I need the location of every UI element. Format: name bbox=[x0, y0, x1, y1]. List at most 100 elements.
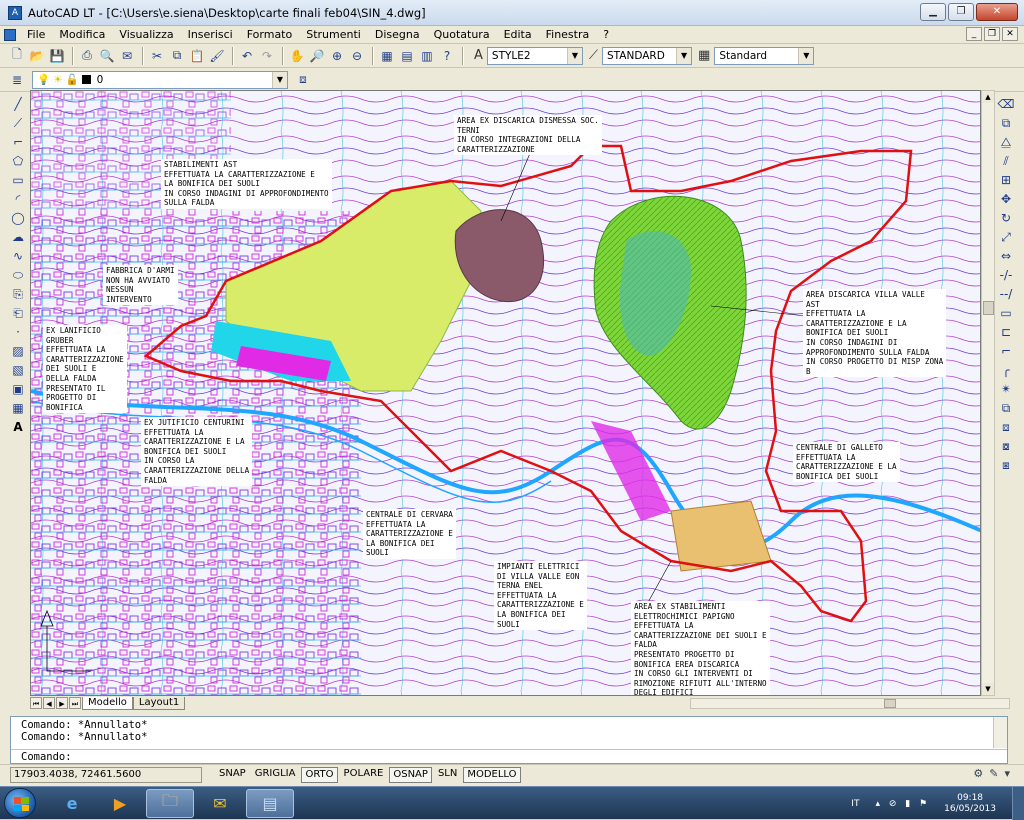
move-icon[interactable]: ✥ bbox=[997, 191, 1015, 208]
minimize-button[interactable]: ▁ bbox=[920, 3, 946, 21]
scroll-down-icon[interactable]: ▼ bbox=[982, 683, 994, 695]
menu-inserisci[interactable]: Inserisci bbox=[181, 28, 240, 41]
grid-toggle[interactable]: GRIGLIA bbox=[252, 767, 299, 783]
scroll-thumb[interactable] bbox=[884, 699, 896, 708]
chevron-down-icon[interactable]: ▼ bbox=[798, 47, 814, 64]
join-icon[interactable]: ⊏ bbox=[997, 324, 1015, 341]
multiline-text-icon[interactable]: A bbox=[9, 419, 27, 436]
outlook-icon[interactable]: ✉ bbox=[196, 789, 244, 818]
next-tab-icon[interactable]: ▶ bbox=[56, 697, 68, 709]
offset-icon[interactable]: ⫽ bbox=[997, 153, 1015, 170]
model-toggle[interactable]: MODELLO bbox=[463, 766, 521, 783]
trim-icon[interactable]: -/- bbox=[997, 267, 1015, 284]
chevron-down-icon[interactable]: ▾ bbox=[1004, 767, 1010, 780]
start-button[interactable] bbox=[4, 788, 36, 818]
lock-icon[interactable]: 🔓 bbox=[66, 73, 79, 86]
open-file-icon[interactable]: 📂 bbox=[28, 47, 46, 65]
polyline-icon[interactable]: ⌐ bbox=[9, 134, 27, 151]
help-icon[interactable]: ? bbox=[438, 47, 456, 65]
zoom-realtime-icon[interactable]: 🔎 bbox=[308, 47, 326, 65]
chamfer-icon[interactable]: ⌐ bbox=[997, 343, 1015, 360]
stretch-icon[interactable]: ⇔ bbox=[997, 248, 1015, 265]
make-block-icon[interactable]: ⎗ bbox=[9, 305, 27, 322]
hatch-icon[interactable]: ▨ bbox=[9, 343, 27, 360]
spline-icon[interactable]: ∿ bbox=[9, 248, 27, 265]
gradient-icon[interactable]: ▧ bbox=[9, 362, 27, 379]
print-preview-icon[interactable]: 🔍 bbox=[98, 47, 116, 65]
chevron-down-icon[interactable]: ▼ bbox=[272, 71, 287, 88]
tool-palettes-icon[interactable]: ▥ bbox=[418, 47, 436, 65]
copy-icon[interactable]: ⧉ bbox=[168, 47, 186, 65]
circle-icon[interactable]: ◯ bbox=[9, 210, 27, 227]
horizontal-scrollbar[interactable] bbox=[690, 698, 1010, 709]
undo-icon[interactable]: ↶ bbox=[238, 47, 256, 65]
annotation-icon[interactable]: ✎ bbox=[989, 767, 998, 780]
draworder-icon[interactable]: ⧉ bbox=[997, 400, 1015, 417]
bring-above-icon[interactable]: ⧆ bbox=[997, 457, 1015, 474]
zoom-window-icon[interactable]: ⊕ bbox=[328, 47, 346, 65]
media-player-icon[interactable]: ▶ bbox=[96, 789, 144, 818]
design-center-icon[interactable]: ▤ bbox=[398, 47, 416, 65]
line-icon[interactable]: ╱ bbox=[9, 96, 27, 113]
break-icon[interactable]: ▭ bbox=[997, 305, 1015, 322]
explode-icon[interactable]: ✴ bbox=[997, 381, 1015, 398]
chevron-down-icon[interactable]: ▼ bbox=[676, 47, 692, 64]
publish-icon[interactable]: ✉ bbox=[118, 47, 136, 65]
prev-tab-icon[interactable]: ◀ bbox=[43, 697, 55, 709]
language-indicator[interactable]: IT bbox=[851, 799, 859, 809]
scroll-thumb[interactable] bbox=[983, 301, 994, 315]
scale-icon[interactable]: ⤢ bbox=[997, 229, 1015, 246]
rectangle-icon[interactable]: ▭ bbox=[9, 172, 27, 189]
menu-disegna[interactable]: Disegna bbox=[368, 28, 427, 41]
text-style-dropdown[interactable]: STYLE2 ▼ bbox=[486, 46, 583, 65]
fillet-icon[interactable]: ╭ bbox=[997, 362, 1015, 379]
restore-button[interactable]: ❐ bbox=[948, 3, 974, 21]
send-back-icon[interactable]: ⧇ bbox=[997, 438, 1015, 455]
clock[interactable]: 09:18 16/05/2013 bbox=[944, 793, 996, 815]
make-current-layer-icon[interactable]: ⧈ bbox=[294, 71, 312, 89]
construction-line-icon[interactable]: ⟋ bbox=[9, 115, 27, 132]
doc-minimize-button[interactable]: _ bbox=[966, 27, 982, 41]
layer-dropdown[interactable]: 💡 ☀ 🔓 0 ▼ bbox=[32, 70, 288, 89]
menu-help[interactable]: ? bbox=[596, 28, 616, 41]
coordinates-readout[interactable]: 17903.4038, 72461.5600 bbox=[10, 766, 202, 783]
autocad-taskbar-icon[interactable]: ▤ bbox=[246, 789, 294, 818]
command-input[interactable]: Comando: bbox=[11, 749, 1007, 763]
new-file-icon[interactable]: 🗋 bbox=[8, 47, 26, 65]
lineweight-toggle[interactable]: SLN bbox=[435, 767, 460, 783]
table-icon[interactable]: ▦ bbox=[9, 400, 27, 417]
first-tab-icon[interactable]: ⏮ bbox=[30, 697, 42, 709]
match-properties-icon[interactable]: 🖌 bbox=[208, 47, 226, 65]
last-tab-icon[interactable]: ⏭ bbox=[69, 697, 81, 709]
region-icon[interactable]: ▣ bbox=[9, 381, 27, 398]
erase-icon[interactable]: ⌫ bbox=[997, 96, 1015, 113]
print-icon[interactable]: ⎙ bbox=[78, 47, 96, 65]
sun-icon[interactable]: ☀ bbox=[53, 74, 62, 86]
paste-icon[interactable]: 📋 bbox=[188, 47, 206, 65]
pan-icon[interactable]: ✋ bbox=[288, 47, 306, 65]
menu-strumenti[interactable]: Strumenti bbox=[299, 28, 368, 41]
communication-icon[interactable]: ⚙ bbox=[973, 767, 983, 780]
document-icon[interactable] bbox=[4, 28, 16, 41]
internet-explorer-icon[interactable]: e bbox=[48, 789, 96, 818]
doc-close-button[interactable]: ✕ bbox=[1002, 27, 1018, 41]
point-icon[interactable]: · bbox=[9, 324, 27, 341]
extend-icon[interactable]: --/ bbox=[997, 286, 1015, 303]
ellipse-icon[interactable]: ⬭ bbox=[9, 267, 27, 284]
autocad-app-icon[interactable]: A bbox=[8, 5, 22, 20]
drawing-canvas[interactable]: STABILIMENTI AST EFFETTUATA LA CARATTERI… bbox=[30, 90, 981, 696]
osnap-toggle[interactable]: OSNAP bbox=[389, 766, 432, 783]
arc-icon[interactable]: ◜ bbox=[9, 191, 27, 208]
insert-block-icon[interactable]: ⎘ bbox=[9, 286, 27, 303]
menu-file[interactable]: File bbox=[20, 28, 52, 41]
snap-toggle[interactable]: SNAP bbox=[216, 767, 249, 783]
doc-restore-button[interactable]: ❐ bbox=[984, 27, 1000, 41]
revision-cloud-icon[interactable]: ☁ bbox=[9, 229, 27, 246]
chevron-down-icon[interactable]: ▼ bbox=[566, 47, 582, 64]
menu-finestra[interactable]: Finestra bbox=[539, 28, 597, 41]
ortho-toggle[interactable]: ORTO bbox=[301, 766, 338, 783]
command-scrollbar[interactable] bbox=[993, 717, 1007, 748]
vertical-scrollbar[interactable]: ▲ ▼ bbox=[981, 90, 995, 696]
menu-modifica[interactable]: Modifica bbox=[52, 28, 112, 41]
mirror-icon[interactable]: ⧋ bbox=[997, 134, 1015, 151]
